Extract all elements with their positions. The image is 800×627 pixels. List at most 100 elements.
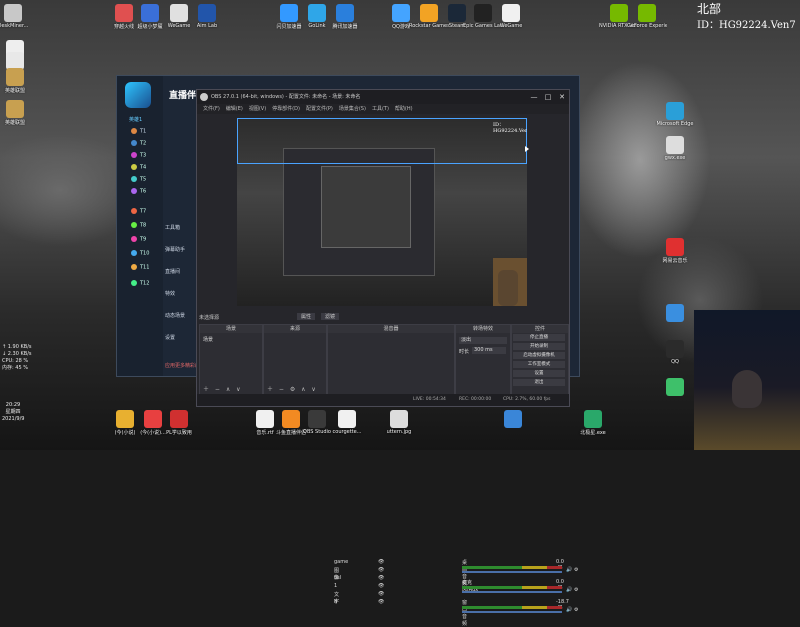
app-icon[interactable] [420,4,438,22]
obs-menu-item[interactable]: 帮助(H) [395,106,413,112]
app-icon[interactable] [6,68,24,86]
app-icon[interactable] [308,4,326,22]
source-item[interactable]: B [334,599,337,605]
visibility-eye-icon[interactable]: 👁 [378,599,384,605]
scene-item[interactable]: 场景 [203,336,213,343]
sidebar-player-5[interactable]: T5 [131,176,146,183]
control-button[interactable]: 开始录制 [513,343,565,350]
obs-menu-item[interactable]: 编辑(E) [226,106,243,112]
app-icon[interactable] [390,410,408,428]
sources-toolbar[interactable]: ＋ − ⚙ ∧ ∨ [267,384,318,393]
app-menu-item[interactable]: 设置 [165,334,175,341]
app-icon[interactable] [584,410,602,428]
desktop-icon-label[interactable]: 网易云音乐 [655,257,695,264]
app-icon[interactable] [280,4,298,22]
gear-icon[interactable]: ⚙ [574,607,578,613]
obs-window[interactable]: OBS 27.0.1 (64-bit, windows) - 配置文件: 未命名… [196,89,578,627]
desktop-icon-label[interactable]: Microsoft Edge [655,121,695,127]
sidebar-player-1[interactable]: T1 [131,128,146,135]
app-icon[interactable] [4,4,22,22]
close-icon[interactable]: ✕ [555,90,569,104]
app-menu-item[interactable]: 直播间 [165,268,180,275]
desktop-icon-label[interactable]: 英雄联盟 [0,87,35,94]
app-icon[interactable] [666,102,684,120]
app-icon[interactable] [638,4,656,22]
control-button[interactable]: 退出 [513,379,565,386]
speaker-icon[interactable]: 🔊 [566,607,572,613]
source-item[interactable]: bsl [334,575,341,581]
app-icon[interactable] [504,410,522,428]
app-icon[interactable] [666,238,684,256]
visibility-eye-icon[interactable]: 👁 [378,575,384,581]
app-icon[interactable] [474,4,492,22]
desktop-icon-label[interactable]: GeForce Experience [627,23,667,29]
volume-slider[interactable] [462,611,562,613]
duration-input[interactable]: 300 ms [472,347,506,354]
obs-menu-item[interactable]: 文件(F) [203,106,220,112]
obs-menu-item[interactable]: 配置文件(P) [306,106,333,112]
app-icon[interactable] [116,410,134,428]
app-icon[interactable] [338,410,356,428]
desktop-icon-label[interactable]: Aim Lab [187,23,227,29]
desktop-icon-label[interactable]: gwx.exe [655,155,695,161]
app-icon[interactable] [502,4,520,22]
visibility-eye-icon[interactable]: 👁 [378,591,384,597]
app-icon[interactable] [282,410,300,428]
app-icon[interactable] [308,410,326,428]
sidebar-player-9[interactable]: T9 [131,236,146,243]
visibility-eye-icon[interactable]: 👁 [378,559,384,565]
app-icon[interactable] [141,4,159,22]
app-menu-item[interactable]: 动态场景 [165,312,185,319]
visibility-eye-icon[interactable]: 👁 [378,583,384,589]
desktop-icon-label[interactable]: uttern.jpg [379,429,419,435]
sidebar-player-4[interactable]: T4 [131,164,146,171]
control-button[interactable]: 设置 [513,370,565,377]
app-menu-item[interactable]: 工具箱 [165,224,180,231]
control-button[interactable]: 启动虚拟摄像机 [513,352,565,359]
visibility-eye-icon[interactable]: 👁 [378,567,384,573]
app-icon[interactable] [115,4,133,22]
app-icon[interactable] [610,4,628,22]
app-icon[interactable] [6,100,24,118]
speaker-icon[interactable]: 🔊 [566,567,572,573]
preview-selection-box[interactable] [237,118,527,164]
app-icon[interactable] [170,4,188,22]
minimize-icon[interactable]: — [527,90,541,104]
app-icon[interactable] [256,410,274,428]
control-button[interactable]: 停止直播 [513,334,565,341]
obs-menu-item[interactable]: 视图(V) [249,106,266,112]
obs-menu-item[interactable]: 停靠部件(D) [272,106,300,112]
sidebar-player-7[interactable]: T7 [131,208,146,215]
obs-titlebar[interactable]: OBS 27.0.1 (64-bit, windows) - 配置文件: 未命名… [197,90,569,104]
app-icon[interactable] [666,378,684,396]
desktop-icon-label[interactable]: 腾讯加速器 [325,23,365,30]
app-icon[interactable] [198,4,216,22]
app-icon[interactable] [666,304,684,322]
desktop-icon-label[interactable]: 北极星.exe [573,429,613,436]
app-icon[interactable] [666,340,684,358]
sidebar-player-2[interactable]: T2 [131,140,146,147]
app-menu-item[interactable]: 弹幕助手 [165,246,185,253]
speaker-icon[interactable]: 🔊 [566,587,572,593]
control-button[interactable]: 工作室模式 [513,361,565,368]
desktop-icon-label[interactable]: courgette... [327,429,367,435]
obs-preview[interactable]: ID：HG92224.Ven7 [237,118,527,306]
app-icon[interactable] [336,4,354,22]
transition-select[interactable]: 淡出 [459,337,507,344]
app-icon[interactable] [448,4,466,22]
app-icon[interactable] [666,136,684,154]
obs-menu-item[interactable]: 场景集合(S) [339,106,366,112]
sidebar-player-10[interactable]: T10 [131,250,149,257]
source-item[interactable]: game [334,559,348,565]
app-icon[interactable] [392,4,410,22]
maximize-icon[interactable]: □ [541,90,555,104]
gear-icon[interactable]: ⚙ [574,567,578,573]
volume-slider[interactable] [462,591,562,593]
sidebar-player-6[interactable]: T6 [131,188,146,195]
desktop-icon-label[interactable]: 英雄联盟 [0,119,35,126]
gear-icon[interactable]: ⚙ [574,587,578,593]
sidebar-player-8[interactable]: T8 [131,222,146,229]
scenes-toolbar[interactable]: ＋ − ∧ ∨ [203,384,243,393]
app-icon[interactable] [144,410,162,428]
sidebar-player-11[interactable]: T11 [131,264,149,271]
